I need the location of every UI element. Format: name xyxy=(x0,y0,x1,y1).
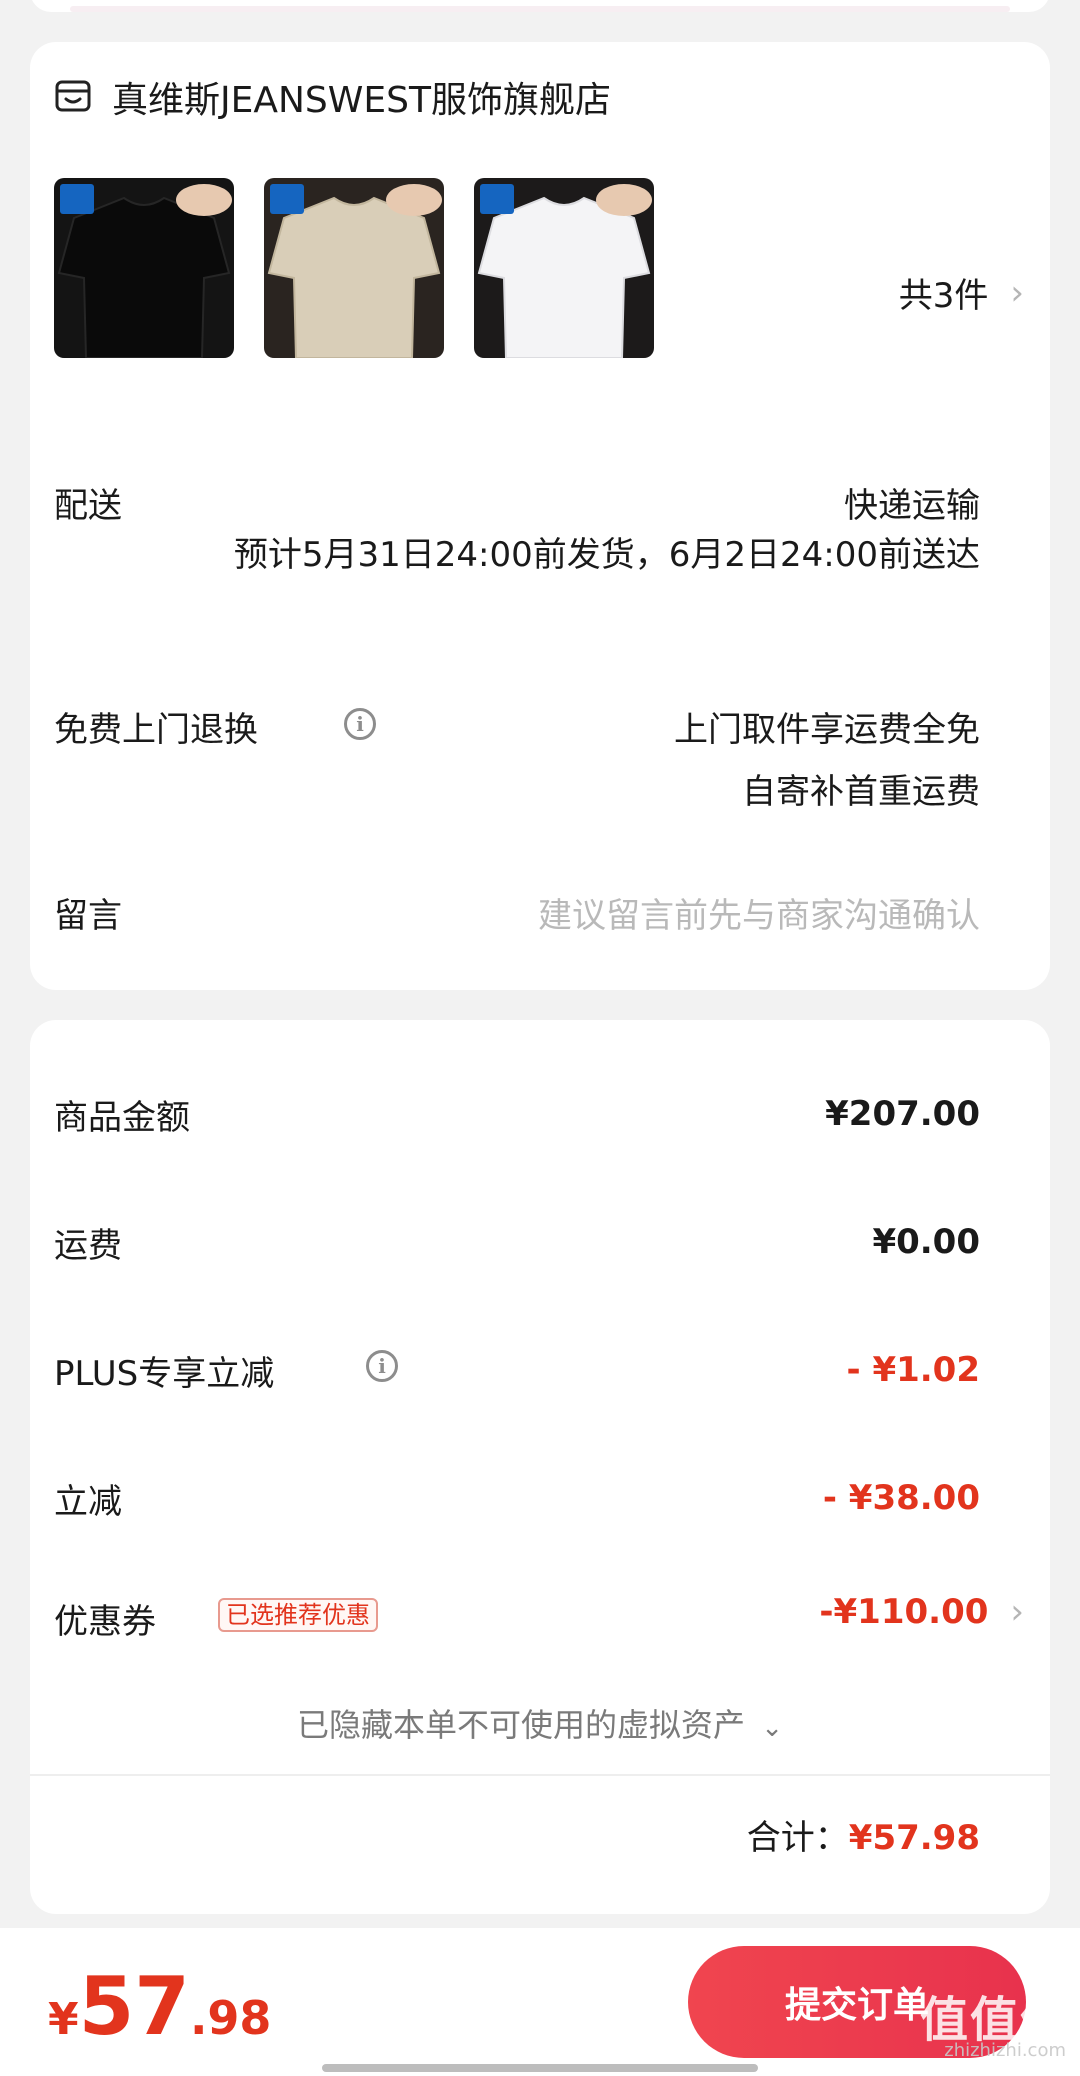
chevron-down-icon: ⌄ xyxy=(761,1713,783,1743)
previous-card-edge xyxy=(30,0,1050,12)
product-thumbnails[interactable] xyxy=(54,178,654,358)
coupon-tag: 已选推荐优惠 xyxy=(218,1598,378,1632)
hidden-assets-text: 已隐藏本单不可使用的虚拟资产 xyxy=(297,1706,746,1744)
total-integer: 57 xyxy=(78,1960,190,2053)
coupon-selector[interactable]: -¥110.00 › xyxy=(819,1592,1024,1632)
shipping-value: ¥0.00 xyxy=(872,1222,980,1262)
message-input[interactable]: 建议留言前先与商家沟通确认 xyxy=(538,888,980,937)
delivery-method[interactable]: 快递运输 xyxy=(844,478,980,527)
shop-name: 真维斯JEANSWEST服饰旗舰店 xyxy=(112,80,611,121)
coupon-label: 优惠券 xyxy=(54,1602,156,1642)
price-summary-card xyxy=(30,1020,1050,1914)
tshirt-black-image xyxy=(54,178,234,358)
message-label: 留言 xyxy=(54,896,122,936)
chevron-right-icon: › xyxy=(1010,1592,1024,1632)
product-thumb[interactable] xyxy=(474,178,654,358)
delivery-estimate: 预计5月31日24:00前发货，6月2日24:00前送达 xyxy=(233,535,980,575)
hidden-assets-toggle[interactable]: 已隐藏本单不可使用的虚拟资产 ⌄ xyxy=(0,1700,1080,1746)
currency-symbol: ¥ xyxy=(48,1994,79,2045)
goods-amount-label: 商品金额 xyxy=(54,1098,190,1138)
plus-discount-value: - ¥1.02 xyxy=(846,1350,981,1390)
divider xyxy=(30,1774,1050,1776)
total-decimal: .98 xyxy=(189,1991,272,2045)
product-thumb[interactable] xyxy=(264,178,444,358)
item-count-link[interactable]: 共3件 › xyxy=(899,268,1024,317)
shipping-label: 运费 xyxy=(54,1226,122,1266)
watermark-site: zhizhizhi.com xyxy=(944,2040,1066,2061)
store-icon xyxy=(55,80,91,112)
goods-amount-value: ¥207.00 xyxy=(825,1094,980,1134)
return-pickup-text: 上门取件享运费全免 xyxy=(674,710,980,750)
info-icon[interactable]: i xyxy=(366,1350,398,1382)
instant-discount-label: 立减 xyxy=(54,1482,122,1522)
home-indicator[interactable] xyxy=(322,2064,758,2072)
submit-order-label: 提交订单 xyxy=(784,1985,929,2026)
tshirt-white-image xyxy=(474,178,654,358)
shop-header[interactable]: 真维斯JEANSWEST服饰旗舰店 xyxy=(54,62,611,132)
free-return-label: 免费上门退换 xyxy=(54,710,258,750)
total-value: ¥57.98 xyxy=(848,1818,980,1858)
coupon-value: -¥110.00 xyxy=(819,1592,989,1632)
total-label: 合计： xyxy=(746,1818,849,1858)
instant-discount-value: - ¥38.00 xyxy=(822,1478,980,1518)
product-thumb[interactable] xyxy=(54,178,234,358)
checkout-total: ¥57.98 xyxy=(48,1960,271,2053)
total-row: 合计： ¥57.98 xyxy=(747,1810,980,1859)
return-self-ship-text: 自寄补首重运费 xyxy=(742,772,980,812)
chevron-right-icon: › xyxy=(1010,272,1024,313)
plus-discount-label: PLUS专享立减 xyxy=(54,1354,275,1394)
tshirt-beige-image xyxy=(264,178,444,358)
item-count: 共3件 xyxy=(898,276,989,316)
delivery-label: 配送 xyxy=(54,486,122,526)
info-icon[interactable]: i xyxy=(344,708,376,740)
